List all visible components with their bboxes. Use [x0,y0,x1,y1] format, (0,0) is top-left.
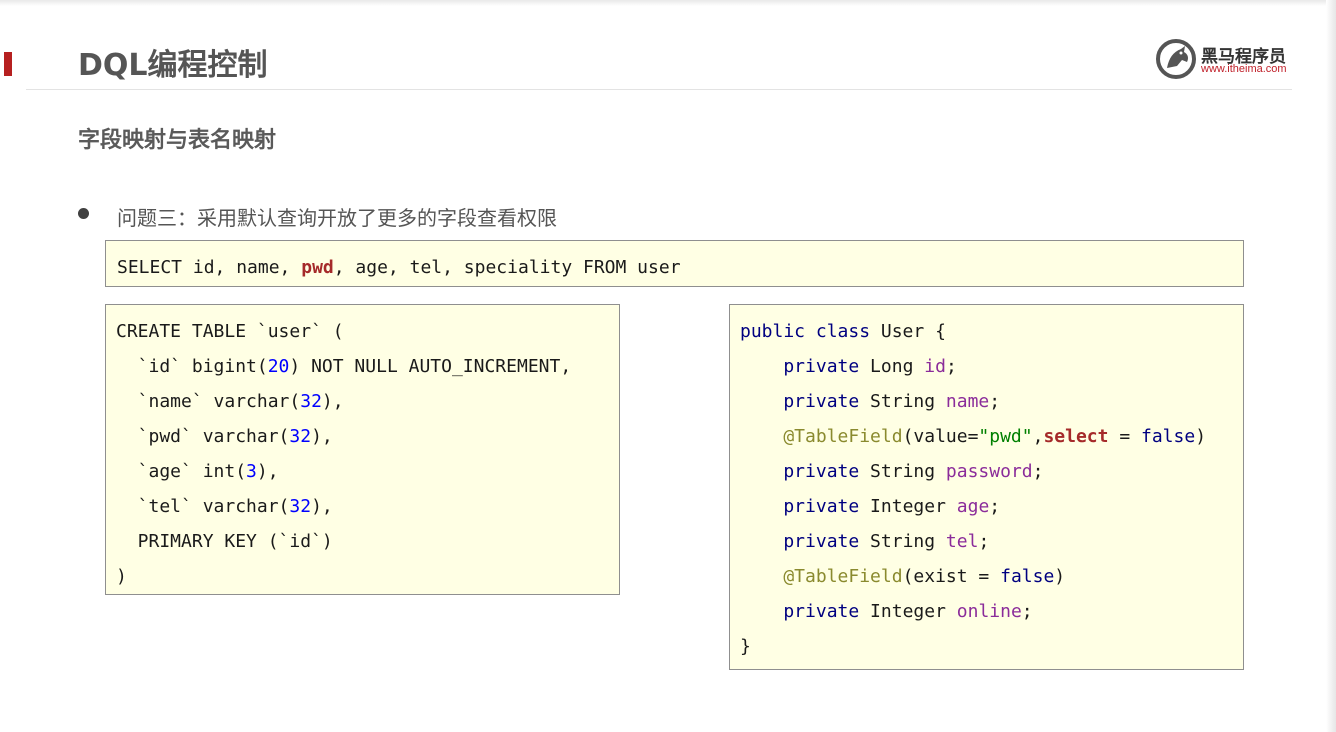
code-line: private Long id; [740,355,1243,390]
code-text: CREATE TABLE `user` ( [116,321,344,342]
code-line: private String password; [740,460,1243,495]
code-text: SELECT id, name, [117,257,302,278]
sql-select-line: SELECT id, name, pwd, age, tel, speciali… [117,256,1243,291]
code-text: ; [989,391,1001,412]
code-text: ; [989,496,1001,517]
code-number: 32 [289,496,312,517]
code-select-param: select [1043,426,1109,447]
code-type: String [859,391,946,412]
code-text: ; [1032,461,1044,482]
code-number: 32 [289,426,312,447]
code-text: ) [116,566,127,587]
code-keyword: private [740,461,860,482]
bullet-dot [78,208,89,219]
code-text: `tel` varchar( [116,496,290,517]
code-keyword: public class [740,321,871,342]
code-line: private String tel; [740,530,1243,565]
user-class-box: public class User { private Long id; pri… [729,304,1244,670]
code-line: private Integer age; [740,495,1243,530]
code-field: id [924,356,946,377]
code-field: tel [945,531,979,552]
highlighted-pwd: pwd [301,257,334,278]
code-number: 3 [246,461,257,482]
code-keyword: private [740,496,860,517]
logo-url: www.itheima.com [1201,63,1287,75]
question-text: 问题三：采用默认查询开放了更多的字段查看权限 [117,206,557,230]
code-line: public class User { [740,320,1243,355]
code-line: @TableField(value="pwd",select = false) [740,425,1243,460]
header-divider [26,89,1292,90]
top-shadow [0,0,1336,6]
code-keyword: private [740,356,860,377]
title-accent-bar [4,52,12,76]
code-annotation: @TableField [740,426,903,447]
code-keyword: private [740,531,860,552]
code-text: ; [1021,601,1033,622]
code-type: Long [859,356,925,377]
code-line: private String name; [740,390,1243,425]
code-text: `name` varchar( [116,391,301,412]
code-text: ; [945,356,957,377]
code-line: `tel` varchar(32), [116,495,619,530]
create-table-box: CREATE TABLE `user` ( `id` bigint(20) NO… [105,304,620,595]
code-annotation: @TableField [740,566,903,587]
code-text: = [1108,426,1141,447]
right-shadow [1326,0,1336,732]
code-keyword: false [1000,566,1055,587]
code-field: online [956,601,1022,622]
code-line: } [740,635,1243,670]
code-line: ) [116,565,619,600]
brand-logo: 黑马程序员 www.itheima.com [1155,38,1295,80]
code-text: , age, tel, speciality FROM user [333,257,681,278]
code-number: 20 [267,356,290,377]
code-text: ; [978,531,990,552]
code-text: ), [311,426,333,447]
code-text: `id` bigint( [116,356,268,377]
code-text: ) [1054,566,1066,587]
code-field: password [945,461,1033,482]
code-type: Integer [859,496,957,517]
code-line: PRIMARY KEY (`id`) [116,530,619,565]
code-number: 32 [300,391,322,412]
code-text: , [1032,426,1044,447]
code-line: `pwd` varchar(32), [116,425,619,460]
code-keyword: private [740,601,860,622]
code-string: "pwd" [978,426,1033,447]
code-line: private Integer online; [740,600,1243,635]
code-text: ) NOT NULL AUTO_INCREMENT, [289,356,572,377]
code-text: PRIMARY KEY (`id`) [116,531,333,552]
code-text: ), [256,461,279,482]
code-text: User { [870,321,946,342]
code-text: ), [321,391,344,412]
horse-logo-icon [1156,39,1196,79]
sql-select-box: SELECT id, name, pwd, age, tel, speciali… [105,240,1244,287]
page-title: DQL编程控制 [78,48,268,83]
code-keyword: private [740,391,860,412]
code-line: `age` int(3), [116,460,619,495]
code-text: `pwd` varchar( [116,426,290,447]
code-field: age [956,496,990,517]
code-text: ), [311,496,333,517]
code-line: CREATE TABLE `user` ( [116,320,619,355]
code-field: name [945,391,990,412]
code-text: (exist = [902,566,1001,587]
code-type: String [859,461,946,482]
code-text: ) [1195,426,1207,447]
code-type: String [859,531,946,552]
code-keyword: false [1141,426,1196,447]
code-line: `name` varchar(32), [116,390,619,425]
code-type: Integer [859,601,957,622]
code-text: `age` int( [116,461,247,482]
code-line: `id` bigint(20) NOT NULL AUTO_INCREMENT, [116,355,619,390]
section-subtitle: 字段映射与表名映射 [78,127,277,153]
code-text: (value= [902,426,979,447]
code-line: @TableField(exist = false) [740,565,1243,600]
code-text: } [740,636,751,657]
